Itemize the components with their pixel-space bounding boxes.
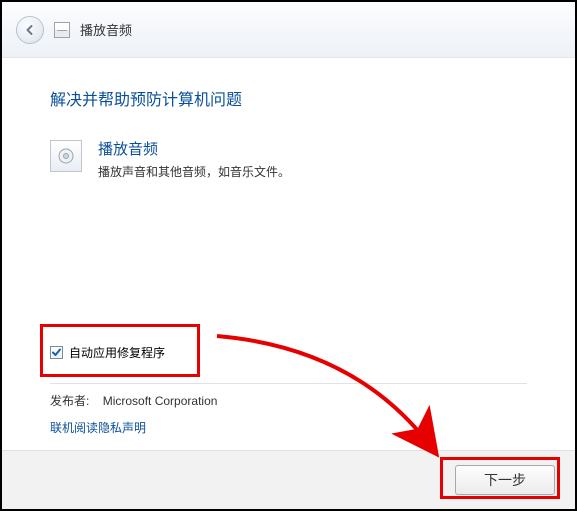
window-icon bbox=[54, 22, 70, 38]
audio-icon bbox=[50, 140, 82, 172]
footer: 下一步 bbox=[2, 450, 575, 509]
section-title: 播放音频 bbox=[98, 138, 290, 159]
publisher-row: 发布者: Microsoft Corporation bbox=[50, 392, 527, 409]
lower-block: 自动应用修复程序 发布者: Microsoft Corporation 联机阅读… bbox=[50, 344, 527, 436]
next-button-label: 下一步 bbox=[484, 470, 526, 490]
publisher-name: Microsoft Corporation bbox=[103, 394, 218, 408]
back-arrow-icon bbox=[23, 23, 37, 37]
next-button[interactable]: 下一步 bbox=[455, 465, 555, 495]
section-desc: 播放声音和其他音频，如音乐文件。 bbox=[98, 163, 290, 180]
privacy-link[interactable]: 联机阅读隐私声明 bbox=[50, 421, 146, 435]
auto-repair-row[interactable]: 自动应用修复程序 bbox=[50, 344, 527, 361]
titlebar: 播放音频 bbox=[2, 2, 575, 58]
divider bbox=[50, 383, 527, 384]
publisher-label: 发布者: bbox=[50, 394, 89, 408]
page-heading: 解决并帮助预防计算机问题 bbox=[50, 86, 527, 110]
back-button[interactable] bbox=[16, 16, 44, 44]
window-title: 播放音频 bbox=[80, 20, 132, 39]
auto-repair-label: 自动应用修复程序 bbox=[69, 344, 165, 361]
troubleshooter-section: 播放音频 播放声音和其他音频，如音乐文件。 bbox=[50, 138, 527, 180]
checkmark-icon bbox=[51, 347, 62, 358]
auto-repair-checkbox[interactable] bbox=[50, 346, 63, 359]
